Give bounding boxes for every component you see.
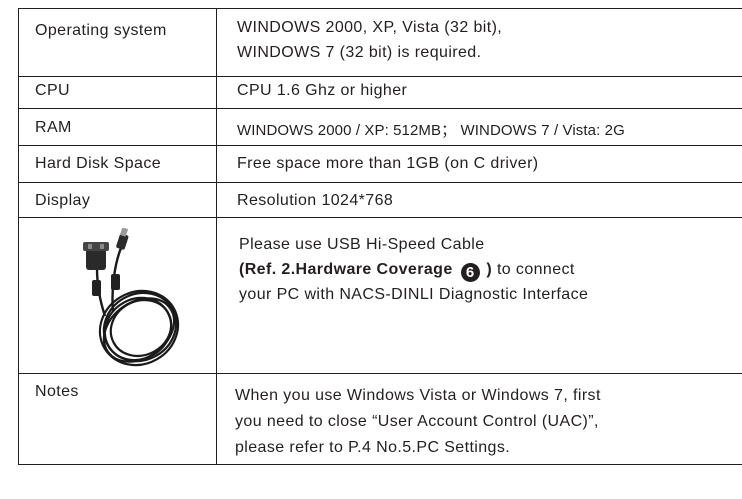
table-row: Operating system WINDOWS 2000, XP, Vista… — [18, 8, 742, 77]
os-value-line-2: WINDOWS 7 (32 bit) is required. — [237, 44, 482, 61]
table-row: CPU CPU 1.6 Ghz or higher — [18, 76, 742, 109]
cable-instruction-line-3: your PC with NACS-DINLI Diagnostic Inter… — [239, 286, 589, 303]
table-row: Hard Disk Space Free space more than 1GB… — [18, 145, 742, 183]
table-row: Please use USB Hi-Speed Cable (Ref. 2.Ha… — [18, 217, 742, 374]
system-requirements-table: Operating system WINDOWS 2000, XP, Vista… — [18, 8, 742, 465]
reference-prefix: (Ref. 2.Hardware Coverage — [239, 261, 453, 278]
hdd-label: Hard Disk Space — [18, 145, 217, 183]
cable-instruction-line-2: (Ref. 2.Hardware Coverage 6 ) to connect — [239, 257, 742, 282]
cable-instruction-line-2-rest: to connect — [492, 261, 575, 278]
os-label: Operating system — [18, 8, 217, 77]
table-row: Display Resolution 1024*768 — [18, 182, 742, 218]
number-badge-icon: 6 — [460, 263, 480, 282]
os-value-line-1: WINDOWS 2000, XP, Vista (32 bit), — [237, 19, 503, 36]
notes-line-3: please refer to P.4 No.5.PC Settings. — [235, 439, 511, 456]
cpu-value: CPU 1.6 Ghz or higher — [216, 76, 742, 109]
table-row: Notes When you use Windows Vista or Wind… — [18, 373, 742, 465]
cable-instruction: Please use USB Hi-Speed Cable (Ref. 2.Ha… — [218, 219, 742, 308]
hardware-coverage-reference: (Ref. 2.Hardware Coverage 6 ) — [239, 261, 492, 282]
table-row: RAM WINDOWS 2000 / XP: 512MB； WINDOWS 7 … — [18, 108, 742, 146]
display-value: Resolution 1024*768 — [216, 182, 742, 218]
display-label: Display — [18, 182, 217, 218]
cable-instruction-line-1: Please use USB Hi-Speed Cable — [239, 236, 485, 253]
ram-label: RAM — [18, 108, 217, 146]
notes-line-2: you need to close “User Account Control … — [235, 413, 599, 430]
cable-instruction-cell: Please use USB Hi-Speed Cable (Ref. 2.Ha… — [216, 217, 742, 374]
os-value: WINDOWS 2000, XP, Vista (32 bit), WINDOW… — [216, 8, 742, 77]
usb-cable-icon — [83, 228, 180, 367]
notes-line-1: When you use Windows Vista or Windows 7,… — [235, 387, 601, 404]
hdd-value: Free space more than 1GB (on C driver) — [216, 145, 742, 183]
ram-value: WINDOWS 2000 / XP: 512MB； WINDOWS 7 / Vi… — [216, 108, 742, 146]
notes-value: When you use Windows Vista or Windows 7,… — [216, 373, 742, 465]
cable-image-cell — [18, 217, 217, 374]
notes-label: Notes — [18, 373, 217, 465]
cpu-label: CPU — [18, 76, 217, 109]
